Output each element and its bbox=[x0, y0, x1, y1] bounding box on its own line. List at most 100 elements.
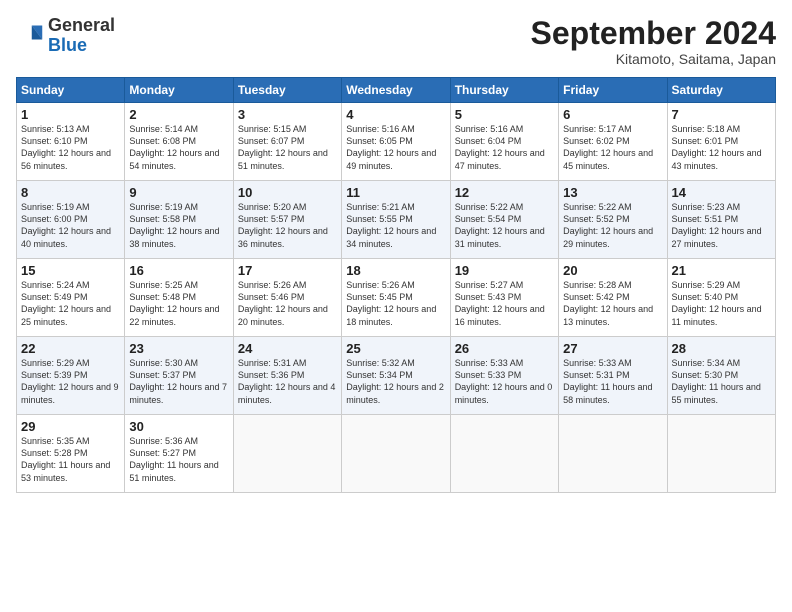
day-number: 11 bbox=[346, 185, 445, 200]
calendar-cell: 15 Sunrise: 5:24 AMSunset: 5:49 PMDayligh… bbox=[17, 259, 125, 337]
calendar-cell: 17 Sunrise: 5:26 AMSunset: 5:46 PMDayligh… bbox=[233, 259, 341, 337]
cell-info: Sunrise: 5:21 AMSunset: 5:55 PMDaylight:… bbox=[346, 202, 436, 248]
logo-blue: Blue bbox=[48, 35, 87, 55]
calendar-cell: 12 Sunrise: 5:22 AMSunset: 5:54 PMDayligh… bbox=[450, 181, 558, 259]
calendar-cell: 5Sunrise: 5:16 AMSunset: 6:04 PMDaylight… bbox=[450, 103, 558, 181]
cell-info: Sunrise: 5:16 AMSunset: 6:05 PMDaylight:… bbox=[346, 124, 436, 170]
cell-info: Sunrise: 5:18 AMSunset: 6:01 PMDaylight:… bbox=[672, 124, 762, 170]
cell-info: Sunrise: 5:31 AMSunset: 5:36 PMDaylight:… bbox=[238, 358, 336, 404]
calendar-cell: 28Sunrise: 5:34 AMSunset: 5:30 PMDayligh… bbox=[667, 337, 775, 415]
logo-icon bbox=[16, 22, 44, 50]
cell-info: Sunrise: 5:17 AMSunset: 6:02 PMDaylight:… bbox=[563, 124, 653, 170]
day-number: 30 bbox=[129, 419, 228, 434]
calendar-cell: 23 Sunrise: 5:30 AMSunset: 5:37 PMDayligh… bbox=[125, 337, 233, 415]
cell-info: Sunrise: 5:13 AMSunset: 6:10 PMDaylight:… bbox=[21, 124, 111, 170]
cell-info: Sunrise: 5:30 AMSunset: 5:37 PMDaylight:… bbox=[129, 358, 227, 404]
calendar-row-4: 29 Sunrise: 5:35 AMSunset: 5:28 PMDayligh… bbox=[17, 415, 776, 493]
col-header-wednesday: Wednesday bbox=[342, 78, 450, 103]
cell-info: Sunrise: 5:22 AMSunset: 5:54 PMDaylight:… bbox=[455, 202, 545, 248]
cell-info: Sunrise: 5:29 AMSunset: 5:39 PMDaylight:… bbox=[21, 358, 119, 404]
cell-info: Sunrise: 5:33 AMSunset: 5:31 PMDaylight:… bbox=[563, 358, 652, 404]
calendar-table: SundayMondayTuesdayWednesdayThursdayFrid… bbox=[16, 77, 776, 493]
calendar-cell: 18Sunrise: 5:26 AMSunset: 5:45 PMDayligh… bbox=[342, 259, 450, 337]
calendar-cell: 10Sunrise: 5:20 AMSunset: 5:57 PMDayligh… bbox=[233, 181, 341, 259]
day-number: 23 bbox=[129, 341, 228, 356]
day-number: 25 bbox=[346, 341, 445, 356]
calendar-row-0: 1 Sunrise: 5:13 AMSunset: 6:10 PMDaylight… bbox=[17, 103, 776, 181]
day-number: 5 bbox=[455, 107, 554, 122]
title-block: September 2024 Kitamoto, Saitama, Japan bbox=[531, 16, 776, 67]
cell-info: Sunrise: 5:25 AMSunset: 5:48 PMDaylight:… bbox=[129, 280, 219, 326]
cell-info: Sunrise: 5:36 AMSunset: 5:27 PMDaylight:… bbox=[129, 436, 218, 482]
calendar-cell: 9Sunrise: 5:19 AMSunset: 5:58 PMDaylight… bbox=[125, 181, 233, 259]
cell-info: Sunrise: 5:22 AMSunset: 5:52 PMDaylight:… bbox=[563, 202, 653, 248]
calendar-row-3: 22 Sunrise: 5:29 AMSunset: 5:39 PMDayligh… bbox=[17, 337, 776, 415]
calendar-cell: 6 Sunrise: 5:17 AMSunset: 6:02 PMDaylight… bbox=[559, 103, 667, 181]
calendar-cell: 13Sunrise: 5:22 AMSunset: 5:52 PMDayligh… bbox=[559, 181, 667, 259]
cell-info: Sunrise: 5:19 AMSunset: 6:00 PMDaylight:… bbox=[21, 202, 111, 248]
day-number: 19 bbox=[455, 263, 554, 278]
day-number: 7 bbox=[672, 107, 771, 122]
day-number: 15 bbox=[21, 263, 120, 278]
calendar-cell bbox=[342, 415, 450, 493]
cell-info: Sunrise: 5:35 AMSunset: 5:28 PMDaylight:… bbox=[21, 436, 110, 482]
calendar-cell: 8Sunrise: 5:19 AMSunset: 6:00 PMDaylight… bbox=[17, 181, 125, 259]
day-number: 17 bbox=[238, 263, 337, 278]
calendar-cell: 29 Sunrise: 5:35 AMSunset: 5:28 PMDayligh… bbox=[17, 415, 125, 493]
day-number: 4 bbox=[346, 107, 445, 122]
calendar-cell: 25Sunrise: 5:32 AMSunset: 5:34 PMDayligh… bbox=[342, 337, 450, 415]
calendar-cell: 21 Sunrise: 5:29 AMSunset: 5:40 PMDayligh… bbox=[667, 259, 775, 337]
day-number: 29 bbox=[21, 419, 120, 434]
calendar-cell bbox=[667, 415, 775, 493]
day-number: 27 bbox=[563, 341, 662, 356]
calendar-cell bbox=[559, 415, 667, 493]
day-number: 24 bbox=[238, 341, 337, 356]
cell-info: Sunrise: 5:14 AMSunset: 6:08 PMDaylight:… bbox=[129, 124, 219, 170]
day-number: 6 bbox=[563, 107, 662, 122]
cell-info: Sunrise: 5:20 AMSunset: 5:57 PMDaylight:… bbox=[238, 202, 328, 248]
calendar-cell: 22 Sunrise: 5:29 AMSunset: 5:39 PMDayligh… bbox=[17, 337, 125, 415]
calendar-cell: 2 Sunrise: 5:14 AMSunset: 6:08 PMDaylight… bbox=[125, 103, 233, 181]
month-title: September 2024 bbox=[531, 16, 776, 51]
cell-info: Sunrise: 5:29 AMSunset: 5:40 PMDaylight:… bbox=[672, 280, 762, 326]
location-subtitle: Kitamoto, Saitama, Japan bbox=[531, 51, 776, 67]
col-header-thursday: Thursday bbox=[450, 78, 558, 103]
day-number: 3 bbox=[238, 107, 337, 122]
calendar-cell: 3 Sunrise: 5:15 AMSunset: 6:07 PMDaylight… bbox=[233, 103, 341, 181]
page: General Blue September 2024 Kitamoto, Sa… bbox=[0, 0, 792, 612]
cell-info: Sunrise: 5:15 AMSunset: 6:07 PMDaylight:… bbox=[238, 124, 328, 170]
day-number: 26 bbox=[455, 341, 554, 356]
calendar-cell: 30 Sunrise: 5:36 AMSunset: 5:27 PMDayligh… bbox=[125, 415, 233, 493]
day-number: 20 bbox=[563, 263, 662, 278]
calendar-cell bbox=[233, 415, 341, 493]
calendar-cell: 19 Sunrise: 5:27 AMSunset: 5:43 PMDayligh… bbox=[450, 259, 558, 337]
calendar-cell: 27 Sunrise: 5:33 AMSunset: 5:31 PMDayligh… bbox=[559, 337, 667, 415]
logo-text: General Blue bbox=[48, 16, 115, 56]
header: General Blue September 2024 Kitamoto, Sa… bbox=[16, 16, 776, 67]
day-number: 2 bbox=[129, 107, 228, 122]
col-header-friday: Friday bbox=[559, 78, 667, 103]
day-number: 16 bbox=[129, 263, 228, 278]
cell-info: Sunrise: 5:26 AMSunset: 5:46 PMDaylight:… bbox=[238, 280, 328, 326]
day-number: 9 bbox=[129, 185, 228, 200]
calendar-cell bbox=[450, 415, 558, 493]
day-number: 14 bbox=[672, 185, 771, 200]
calendar-cell: 26Sunrise: 5:33 AMSunset: 5:33 PMDayligh… bbox=[450, 337, 558, 415]
calendar-row-2: 15 Sunrise: 5:24 AMSunset: 5:49 PMDayligh… bbox=[17, 259, 776, 337]
day-number: 21 bbox=[672, 263, 771, 278]
calendar-cell: 7 Sunrise: 5:18 AMSunset: 6:01 PMDaylight… bbox=[667, 103, 775, 181]
calendar-cell: 24 Sunrise: 5:31 AMSunset: 5:36 PMDayligh… bbox=[233, 337, 341, 415]
day-number: 12 bbox=[455, 185, 554, 200]
day-number: 1 bbox=[21, 107, 120, 122]
day-number: 28 bbox=[672, 341, 771, 356]
day-number: 22 bbox=[21, 341, 120, 356]
col-header-monday: Monday bbox=[125, 78, 233, 103]
calendar-cell: 11 Sunrise: 5:21 AMSunset: 5:55 PMDayligh… bbox=[342, 181, 450, 259]
logo-general: General bbox=[48, 15, 115, 35]
calendar-cell: 14Sunrise: 5:23 AMSunset: 5:51 PMDayligh… bbox=[667, 181, 775, 259]
calendar-row-1: 8Sunrise: 5:19 AMSunset: 6:00 PMDaylight… bbox=[17, 181, 776, 259]
cell-info: Sunrise: 5:27 AMSunset: 5:43 PMDaylight:… bbox=[455, 280, 545, 326]
calendar-cell: 4 Sunrise: 5:16 AMSunset: 6:05 PMDaylight… bbox=[342, 103, 450, 181]
cell-info: Sunrise: 5:24 AMSunset: 5:49 PMDaylight:… bbox=[21, 280, 111, 326]
logo: General Blue bbox=[16, 16, 115, 56]
